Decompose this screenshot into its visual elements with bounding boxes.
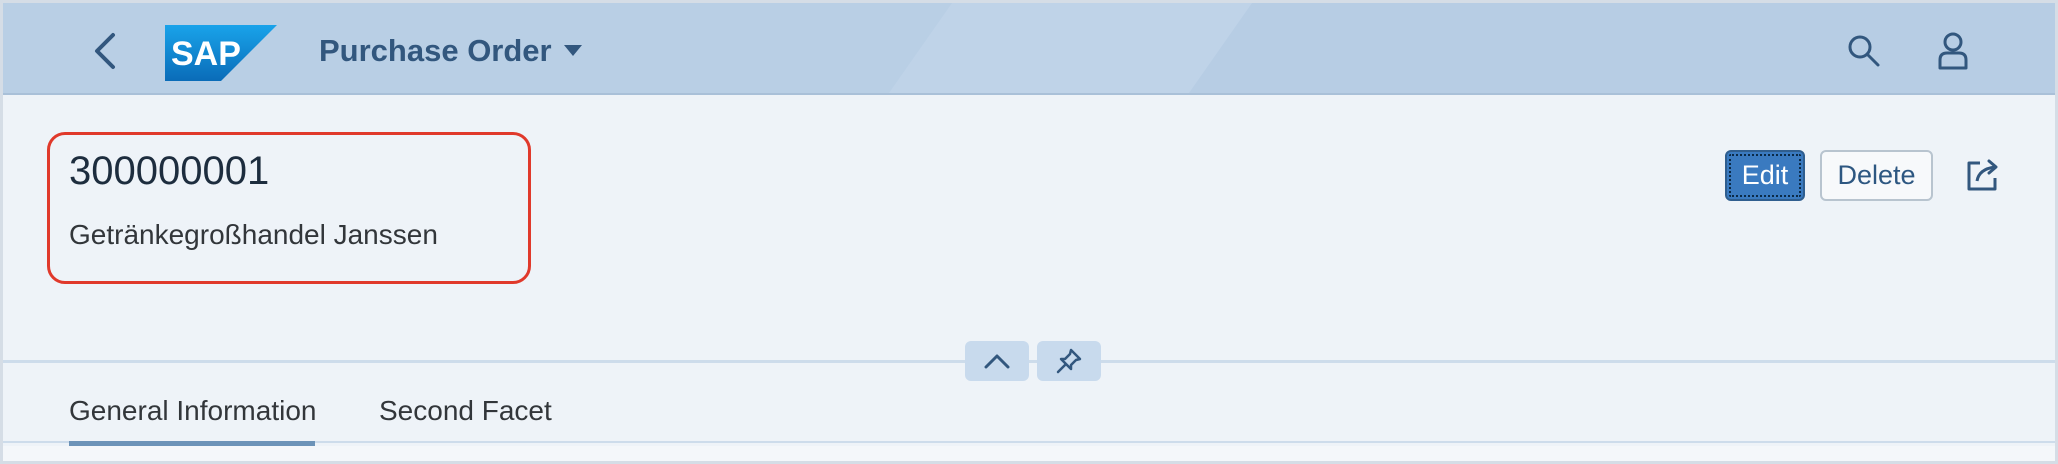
- tab-second-facet[interactable]: Second Facet: [379, 395, 552, 427]
- share-button[interactable]: [1959, 151, 2007, 199]
- sap-logo: SAP: [165, 25, 277, 81]
- edit-button[interactable]: Edit: [1725, 150, 1805, 201]
- content-area: [3, 446, 2055, 461]
- object-subtitle: Getränkegroßhandel Janssen: [69, 219, 438, 250]
- user-button[interactable]: [1929, 27, 1977, 75]
- back-chevron-icon: [95, 33, 115, 69]
- search-button[interactable]: [1840, 27, 1888, 75]
- shell-bar: SAP Purchase Order: [3, 3, 2055, 95]
- pin-icon: [1056, 348, 1082, 374]
- app-window: SAP Purchase Order 300000001 Getränkegro…: [0, 0, 2058, 464]
- chevron-up-icon: [984, 354, 1010, 369]
- pin-header-button[interactable]: [1037, 341, 1101, 381]
- header-divider: [3, 360, 2055, 363]
- app-title-menu[interactable]: Purchase Order: [319, 29, 582, 73]
- user-icon: [1938, 32, 1968, 70]
- delete-button[interactable]: Delete: [1820, 150, 1933, 201]
- back-button[interactable]: [81, 27, 129, 75]
- share-icon: [1967, 159, 1998, 191]
- object-title: 300000001: [69, 149, 270, 193]
- caret-down-icon: [563, 45, 582, 57]
- search-icon: [1848, 35, 1880, 67]
- app-title: Purchase Order: [319, 33, 552, 68]
- svg-text:SAP: SAP: [171, 35, 241, 73]
- tab-general-information[interactable]: General Information: [69, 395, 316, 427]
- collapse-header-button[interactable]: [965, 341, 1029, 381]
